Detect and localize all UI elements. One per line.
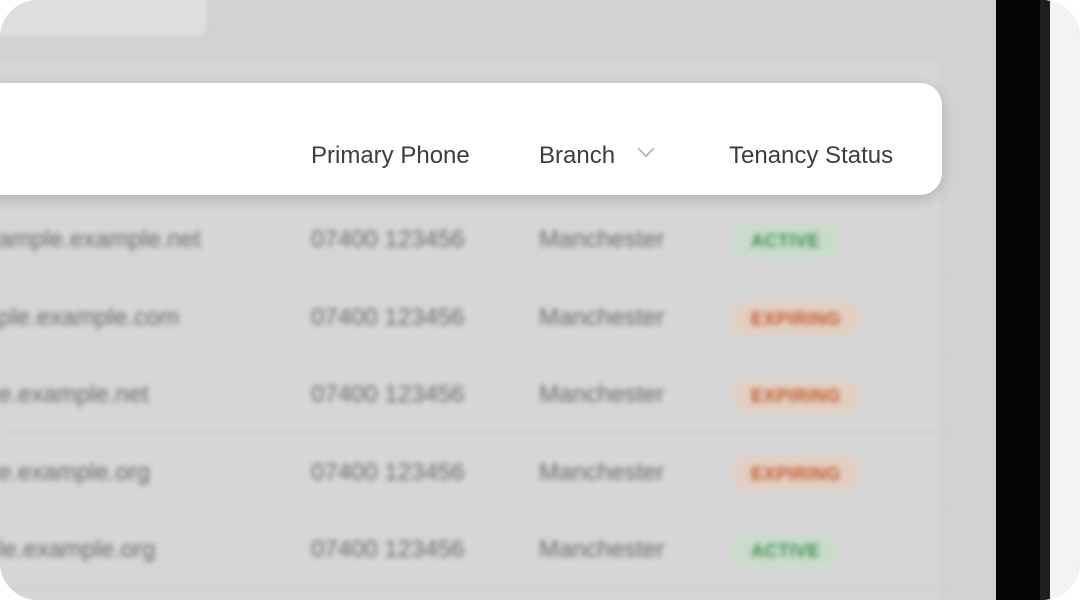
- phone-cell: 07400 123456: [311, 226, 465, 253]
- branch-cell: Manchester: [539, 536, 665, 563]
- status-badge: EXPIRING: [731, 301, 862, 336]
- email-cell: le.example.org: [0, 536, 156, 563]
- phone-cell: 07400 123456: [311, 303, 465, 331]
- email-cell: ple.example.com: [0, 303, 180, 331]
- column-header-branch[interactable]: Branch: [539, 142, 615, 170]
- filter-dropdown[interactable]: [0, 0, 208, 38]
- device-frame: ample.example.net 07400 123456 Mancheste…: [0, 0, 1080, 600]
- branch-cell: Manchester: [539, 303, 665, 331]
- table-row[interactable]: ple.example.com 07400 123456 Manchester …: [0, 278, 946, 355]
- email-cell: e.example.net: [0, 381, 149, 408]
- branch-cell: Manchester: [539, 381, 665, 408]
- table-body: ample.example.net 07400 123456 Mancheste…: [0, 200, 946, 588]
- phone-cell: 07400 123456: [311, 381, 465, 408]
- table-row[interactable]: e.example.net 07400 123456 Manchester EX…: [0, 355, 946, 433]
- phone-cell: 07400 123456: [311, 458, 465, 486]
- device-outer-edge: [1050, 0, 1080, 600]
- branch-cell: Manchester: [539, 458, 665, 486]
- branch-cell: Manchester: [539, 226, 665, 253]
- status-badge: ACTIVE: [731, 224, 841, 258]
- chevron-down-icon[interactable]: [637, 140, 655, 158]
- email-cell: ample.example.net: [0, 226, 201, 253]
- email-cell: e.example.org: [0, 458, 151, 486]
- table-row[interactable]: le.example.org 07400 123456 Manchester A…: [0, 510, 946, 588]
- device-bezel-edge: [1040, 0, 1050, 600]
- table-header: Primary Phone Branch Tenancy Status: [0, 83, 942, 195]
- phone-cell: 07400 123456: [311, 536, 465, 563]
- status-badge: ACTIVE: [731, 534, 841, 568]
- column-header-status[interactable]: Tenancy Status: [729, 142, 893, 170]
- status-badge: EXPIRING: [731, 379, 862, 413]
- table-row[interactable]: ample.example.net 07400 123456 Mancheste…: [0, 200, 946, 278]
- status-badge: EXPIRING: [731, 456, 862, 491]
- table-row[interactable]: e.example.org 07400 123456 Manchester EX…: [0, 433, 946, 510]
- column-header-phone[interactable]: Primary Phone: [311, 142, 470, 170]
- app-screen: ample.example.net 07400 123456 Mancheste…: [0, 0, 1000, 600]
